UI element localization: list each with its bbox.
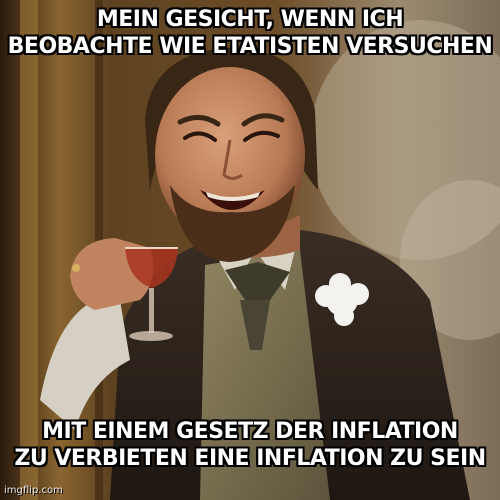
meme-image: MEIN GESICHT, WENN ICH BEOBACHTE WIE ETA… [0, 0, 500, 500]
top-caption: MEIN GESICHT, WENN ICH BEOBACHTE WIE ETA… [6, 6, 494, 60]
bottom-caption-line-1: MIT EINEM GESETZ DER INFLATION [42, 419, 458, 444]
top-caption-line-1: MEIN GESICHT, WENN ICH [96, 7, 404, 32]
bottom-caption: MIT EINEM GESETZ DER INFLATION ZU VERBIE… [6, 418, 494, 472]
top-caption-line-2: BEOBACHTE WIE ETATISTEN VERSUCHEN [7, 34, 493, 59]
imgflip-watermark: imgflip.com [4, 485, 63, 496]
bottom-caption-line-2: ZU VERBIETEN EINE INFLATION ZU SEIN [14, 446, 486, 471]
